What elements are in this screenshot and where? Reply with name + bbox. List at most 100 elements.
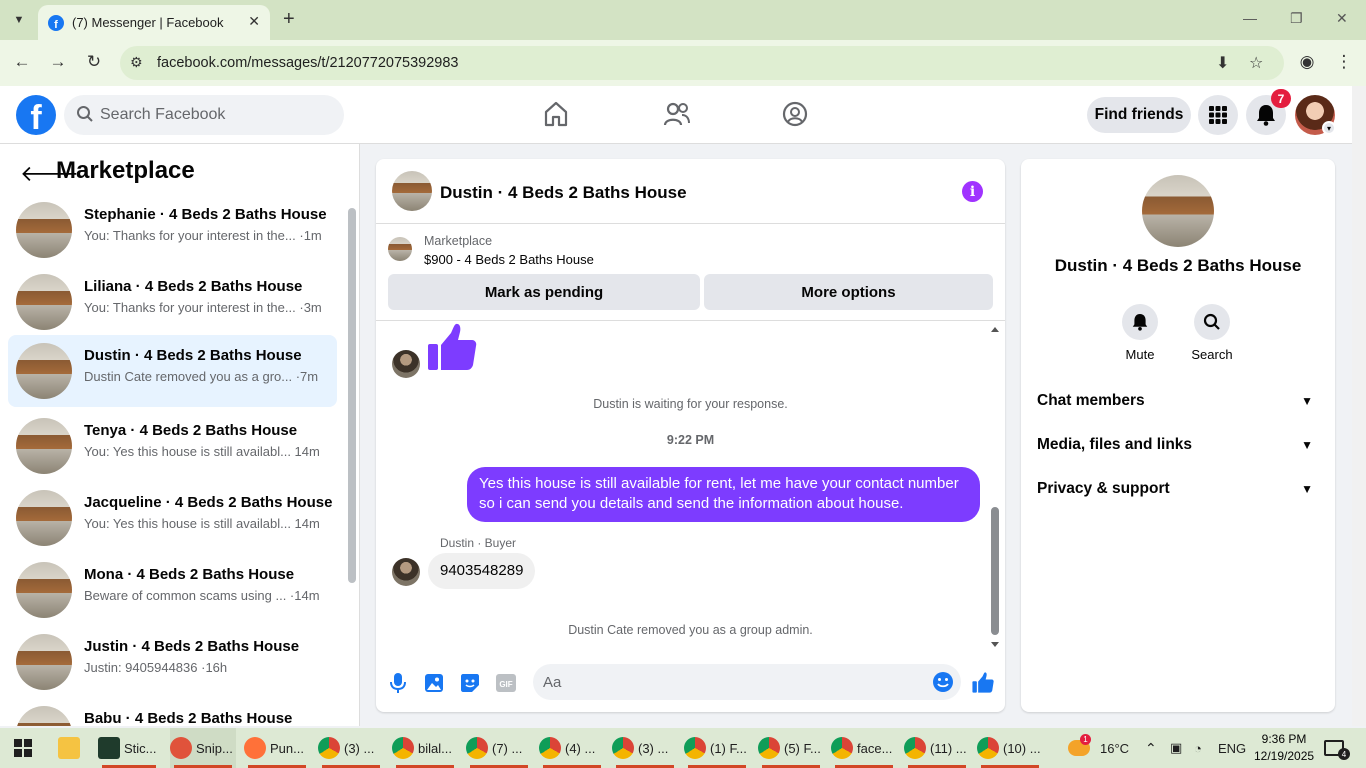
browser-tab-active[interactable]: f (7) Messenger | Facebook ✕ bbox=[38, 5, 270, 40]
conversation-item[interactable]: Babu · 4 Beds 2 Baths House bbox=[8, 698, 337, 726]
groups-icon[interactable] bbox=[782, 100, 808, 128]
listing-thumbnail bbox=[16, 634, 72, 690]
system-clock[interactable]: 9:36 PM 12/19/2025 bbox=[1254, 731, 1314, 765]
more-options-button[interactable]: More options bbox=[704, 274, 993, 310]
taskbar-item[interactable]: (7) ... bbox=[466, 728, 532, 768]
chrome-icon bbox=[539, 737, 561, 759]
taskbar-item[interactable]: face... bbox=[831, 728, 897, 768]
chrome-icon bbox=[392, 737, 414, 759]
message-input-container[interactable] bbox=[533, 664, 961, 700]
chat-header: Dustin · 4 Beds 2 Baths House i bbox=[376, 159, 1005, 224]
facebook-search[interactable] bbox=[64, 95, 344, 135]
taskbar-item[interactable]: (5) F... bbox=[758, 728, 824, 768]
account-caret-icon[interactable]: ▾ bbox=[1322, 121, 1336, 135]
tab-search-icon[interactable]: ▼ bbox=[6, 8, 32, 32]
menu-grid-button[interactable] bbox=[1198, 95, 1238, 135]
like-send-icon[interactable] bbox=[971, 671, 995, 695]
weather-icon: 1 bbox=[1068, 734, 1091, 756]
chat-listing-thumbnail[interactable] bbox=[392, 171, 432, 211]
conversation-item[interactable]: Liliana · 4 Beds 2 Baths House You: Than… bbox=[8, 266, 337, 338]
language-indicator[interactable]: ENG bbox=[1218, 728, 1246, 768]
home-icon[interactable] bbox=[543, 100, 569, 128]
taskbar-item[interactable]: (1) F... bbox=[684, 728, 750, 768]
conversation-item[interactable]: Mona · 4 Beds 2 Baths House Beware of co… bbox=[8, 554, 337, 626]
url-text[interactable]: facebook.com/messages/t/2120772075392983 bbox=[157, 55, 459, 71]
conversation-info-panel: Dustin · 4 Beds 2 Baths House Mute Searc… bbox=[1021, 159, 1335, 712]
chat-members-section[interactable]: Chat members ▼ bbox=[1037, 392, 1319, 416]
window-close-icon[interactable]: ✕ bbox=[1336, 10, 1348, 27]
restore-icon[interactable]: ❐ bbox=[1290, 10, 1303, 27]
sidebar-scroll-thumb[interactable] bbox=[348, 208, 356, 583]
taskbar-item[interactable]: bilal... bbox=[392, 728, 458, 768]
forward-icon[interactable]: → bbox=[47, 52, 69, 72]
sidebar-scrollbar[interactable] bbox=[346, 196, 356, 726]
chat-title[interactable]: Dustin · 4 Beds 2 Baths House bbox=[440, 183, 687, 203]
browser-menu-icon[interactable]: ⋮ bbox=[1333, 52, 1355, 72]
tab-close-icon[interactable]: ✕ bbox=[248, 13, 260, 30]
microphone-icon[interactable] bbox=[386, 671, 410, 695]
photo-icon[interactable] bbox=[422, 671, 446, 695]
taskbar-item[interactable]: (4) ... bbox=[539, 728, 605, 768]
incoming-message-bubble[interactable]: 9403548289 bbox=[428, 553, 536, 589]
taskbar-item[interactable]: (3) ... bbox=[612, 728, 678, 768]
new-tab-icon[interactable]: + bbox=[283, 8, 295, 31]
scroll-up-arrow-icon[interactable] bbox=[989, 325, 1001, 333]
listing-thumbnail bbox=[16, 490, 72, 546]
search-input[interactable] bbox=[100, 95, 330, 135]
taskbar-item[interactable]: (3) ... bbox=[318, 728, 384, 768]
listing-mini-thumbnail[interactable] bbox=[388, 237, 412, 261]
windows-start-icon[interactable] bbox=[14, 739, 32, 757]
weather-widget[interactable]: 1 16°C bbox=[1068, 728, 1129, 768]
conversation-item[interactable]: Justin · 4 Beds 2 Baths House Justin: 94… bbox=[8, 626, 337, 698]
wifi-icon[interactable]: ◔ bbox=[1194, 728, 1202, 768]
site-info-icon[interactable]: ⚙ bbox=[130, 54, 143, 71]
privacy-support-section[interactable]: Privacy & support ▼ bbox=[1037, 480, 1319, 504]
chat-panel: Dustin · 4 Beds 2 Baths House i Marketpl… bbox=[376, 159, 1005, 712]
section-label: Chat members bbox=[1037, 392, 1145, 409]
conversation-item[interactable]: Jacqueline · 4 Beds 2 Baths House You: Y… bbox=[8, 482, 337, 554]
bookmark-star-icon[interactable]: ☆ bbox=[1249, 53, 1263, 73]
listing-price-title[interactable]: $900 - 4 Beds 2 Baths House bbox=[424, 252, 594, 267]
scroll-down-arrow-icon[interactable] bbox=[989, 641, 1001, 649]
conversation-item[interactable]: Tenya · 4 Beds 2 Baths House You: Yes th… bbox=[8, 410, 337, 482]
find-friends-button[interactable]: Find friends bbox=[1087, 97, 1191, 133]
notification-center[interactable]: 4 bbox=[1324, 728, 1350, 768]
network-meet-icon[interactable]: ▣ bbox=[1170, 728, 1182, 768]
profile-icon[interactable]: ◉ bbox=[1296, 52, 1318, 72]
conversation-name: Jacqueline · 4 Beds 2 Baths House bbox=[84, 494, 333, 511]
chat-scroll-thumb[interactable] bbox=[991, 507, 999, 635]
message-input[interactable] bbox=[543, 664, 923, 700]
back-icon[interactable]: ← bbox=[11, 52, 33, 72]
conversation-item-active[interactable]: Dustin · 4 Beds 2 Baths House Dustin Cat… bbox=[8, 335, 337, 407]
chat-scrollbar[interactable] bbox=[989, 325, 1001, 651]
install-app-icon[interactable]: ⬇ bbox=[1216, 53, 1229, 73]
reload-icon[interactable]: ↻ bbox=[83, 52, 105, 72]
outgoing-message-bubble[interactable]: Yes this house is still available for re… bbox=[467, 467, 980, 522]
friends-icon[interactable] bbox=[663, 100, 691, 128]
show-hidden-icons[interactable]: ⌃ bbox=[1145, 728, 1157, 768]
taskbar-item[interactable]: Pun... bbox=[244, 728, 310, 768]
taskbar-item[interactable]: Snip... bbox=[170, 728, 236, 768]
sticker-icon[interactable] bbox=[458, 671, 482, 695]
taskbar-item[interactable]: (11) ... bbox=[904, 728, 970, 768]
taskbar-item[interactable]: Stic... bbox=[98, 728, 160, 768]
info-listing-thumbnail[interactable] bbox=[1142, 175, 1214, 247]
menu-grid-icon bbox=[1209, 106, 1227, 124]
gif-icon[interactable]: GIF bbox=[494, 671, 518, 695]
facebook-logo-icon[interactable]: f bbox=[16, 95, 56, 135]
conversation-item[interactable]: Stephanie · 4 Beds 2 Baths House You: Th… bbox=[8, 194, 337, 266]
search-conversation-button[interactable]: Search bbox=[1182, 304, 1242, 362]
page-scrollbar[interactable] bbox=[1352, 86, 1366, 726]
mark-as-pending-button[interactable]: Mark as pending bbox=[388, 274, 700, 310]
info-icon[interactable]: i bbox=[962, 181, 983, 202]
emoji-icon[interactable] bbox=[932, 671, 954, 693]
mute-button[interactable]: Mute bbox=[1110, 304, 1170, 362]
address-bar[interactable]: ⚙ facebook.com/messages/t/21207720753929… bbox=[120, 46, 1284, 80]
conversation-name: Justin · 4 Beds 2 Baths House bbox=[84, 638, 300, 655]
minimize-icon[interactable]: — bbox=[1243, 10, 1257, 26]
media-files-links-section[interactable]: Media, files and links ▼ bbox=[1037, 436, 1319, 460]
conversation-snippet: Justin: 9405944836 ·16h bbox=[84, 660, 228, 675]
taskbar-file-explorer[interactable] bbox=[58, 728, 84, 768]
taskbar-item[interactable]: (10) ... bbox=[977, 728, 1043, 768]
chrome-icon bbox=[466, 737, 488, 759]
